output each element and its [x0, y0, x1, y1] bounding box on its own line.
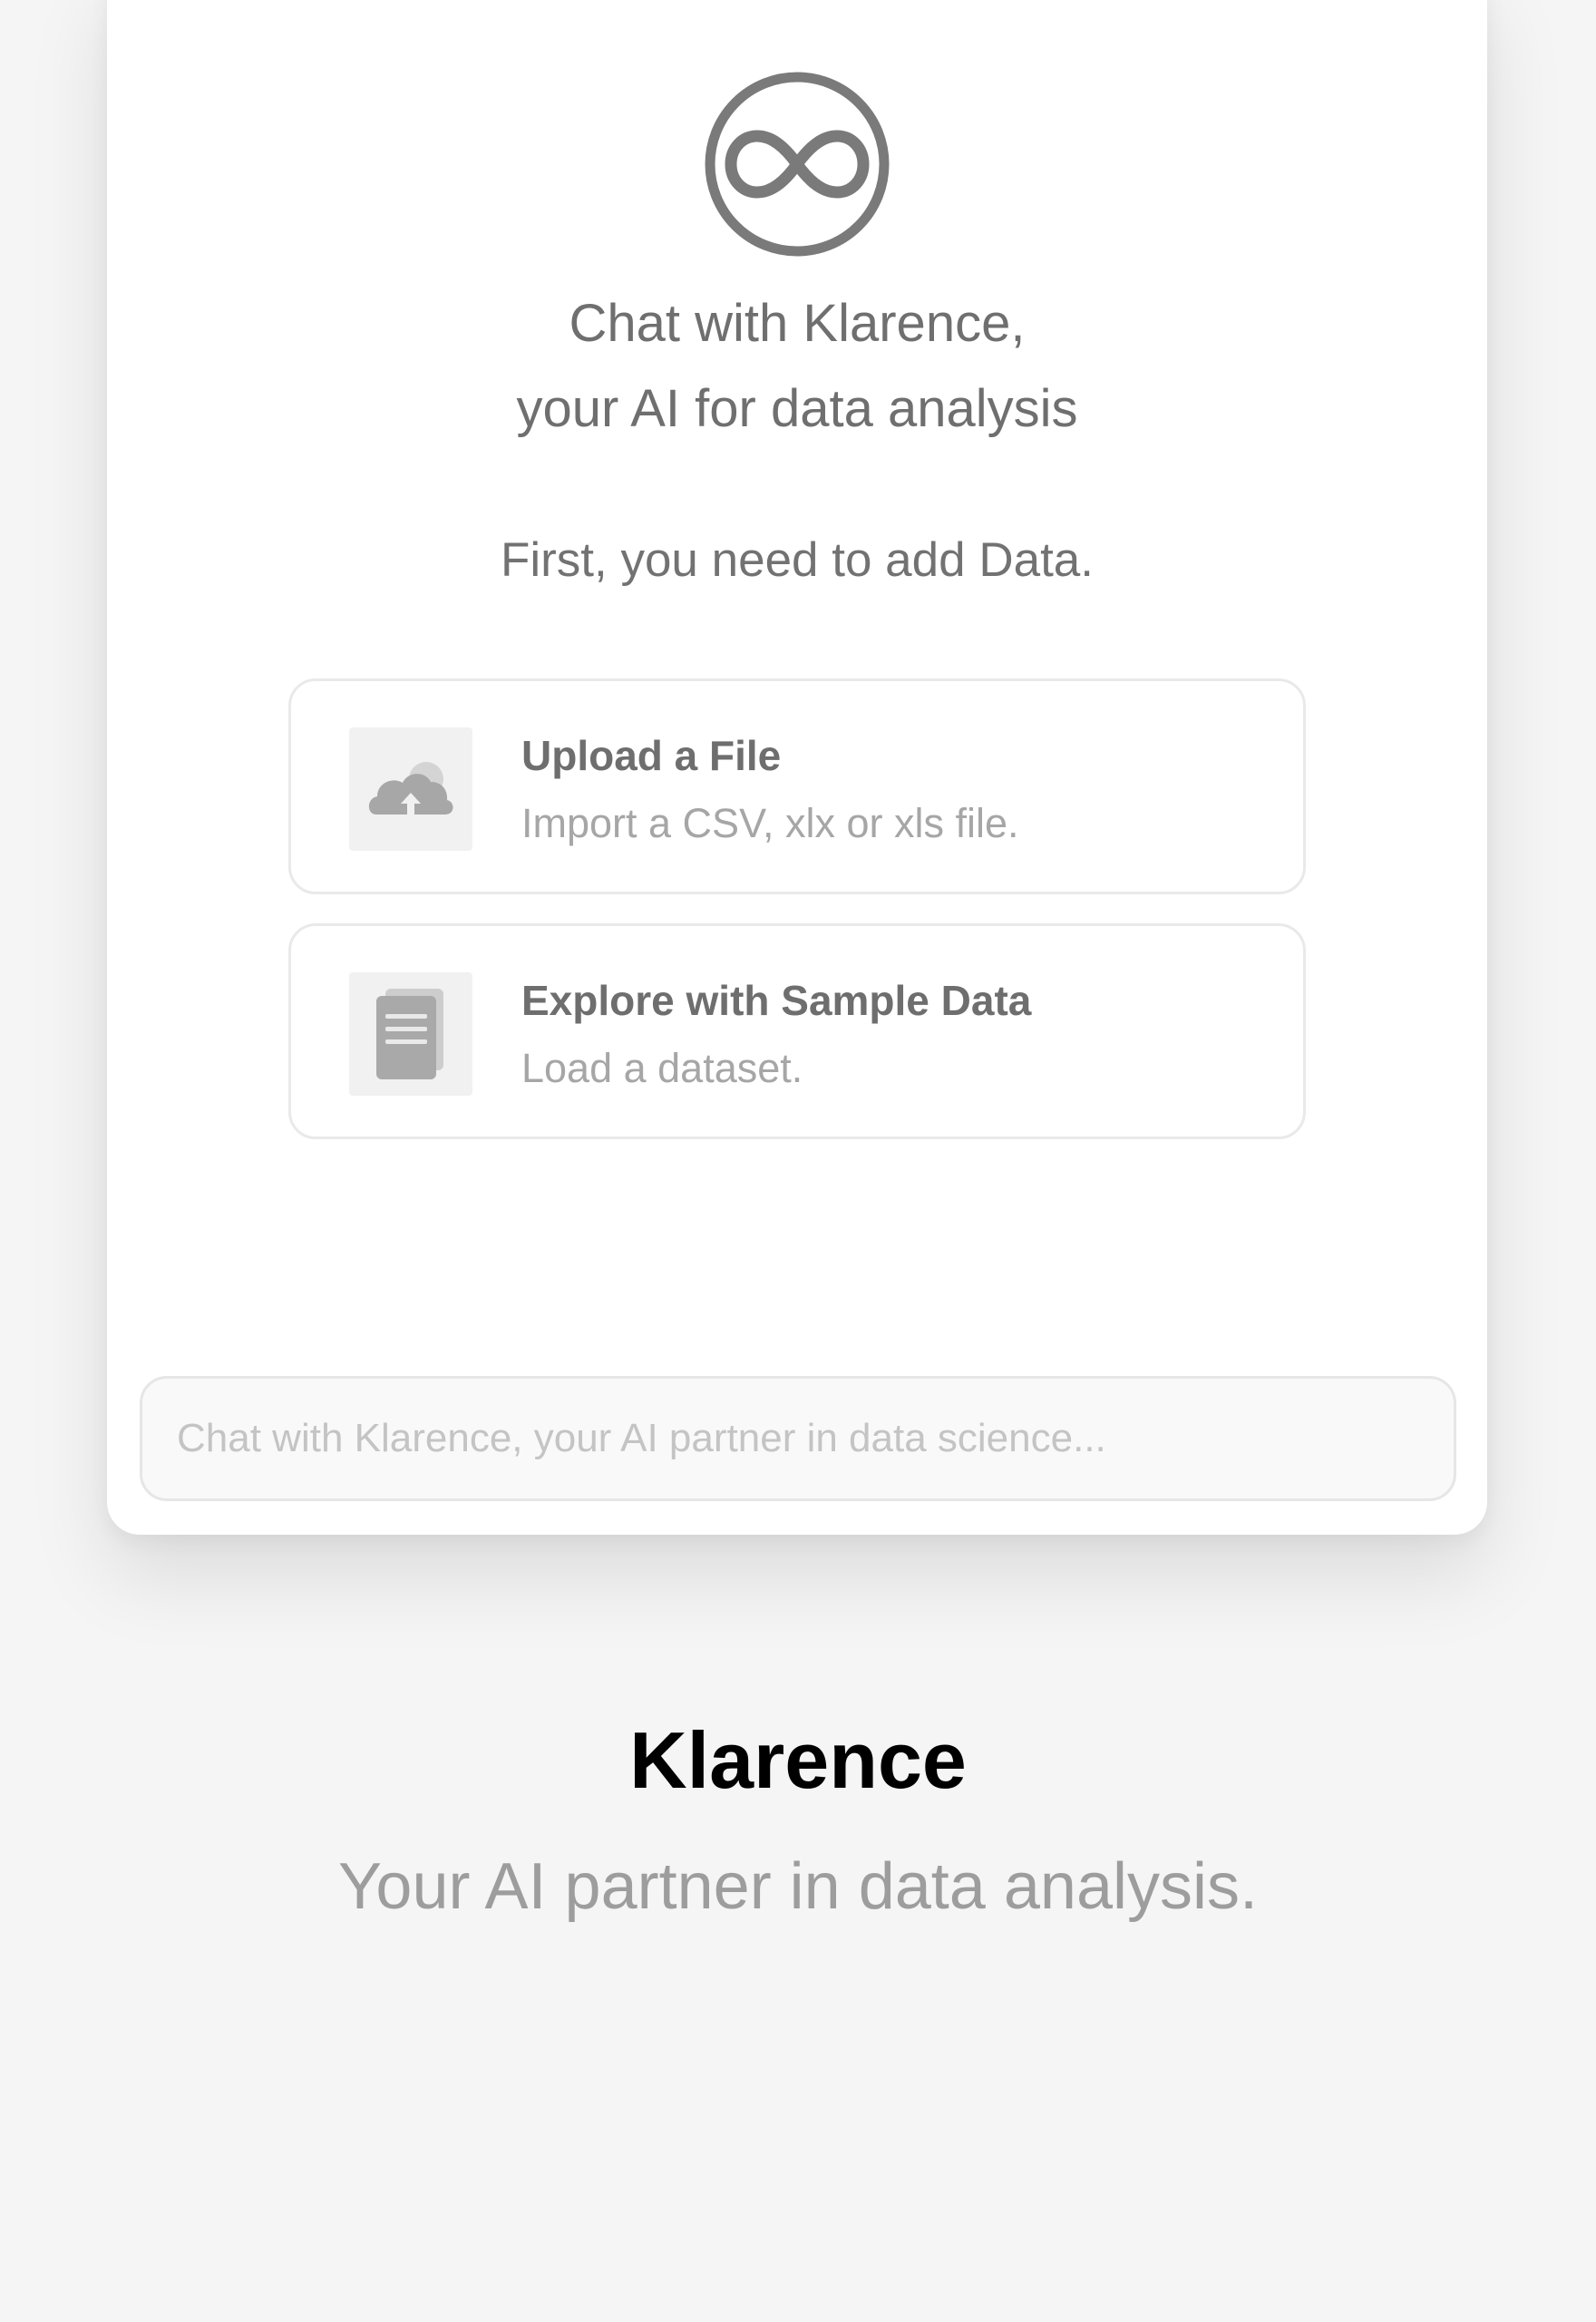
upload-file-description: Import a CSV, xlx or xls file.	[521, 800, 1019, 846]
sample-data-option[interactable]: Explore with Sample Data Load a dataset.	[288, 923, 1306, 1139]
cloud-upload-icon	[349, 727, 472, 851]
brand-tagline: Your AI partner in data analysis.	[338, 1850, 1258, 1923]
document-icon	[349, 972, 472, 1096]
infinity-logo-icon	[704, 71, 890, 258]
chat-input[interactable]	[140, 1376, 1456, 1501]
sample-data-title: Explore with Sample Data	[521, 977, 1032, 1024]
headline-line-1: Chat with Klarence,	[569, 294, 1026, 353]
sample-data-description: Load a dataset.	[521, 1045, 803, 1091]
chat-card: Chat with Klarence, your AI for data ana…	[107, 0, 1487, 1535]
headline-line-2: your AI for data analysis	[516, 379, 1078, 438]
upload-file-title: Upload a File	[521, 732, 782, 779]
brand-name: Klarence	[629, 1715, 967, 1805]
add-data-prompt: First, you need to add Data.	[500, 533, 1095, 587]
chat-headline: Chat with Klarence, your AI for data ana…	[107, 281, 1487, 452]
upload-file-option[interactable]: Upload a File Import a CSV, xlx or xls f…	[288, 678, 1306, 894]
